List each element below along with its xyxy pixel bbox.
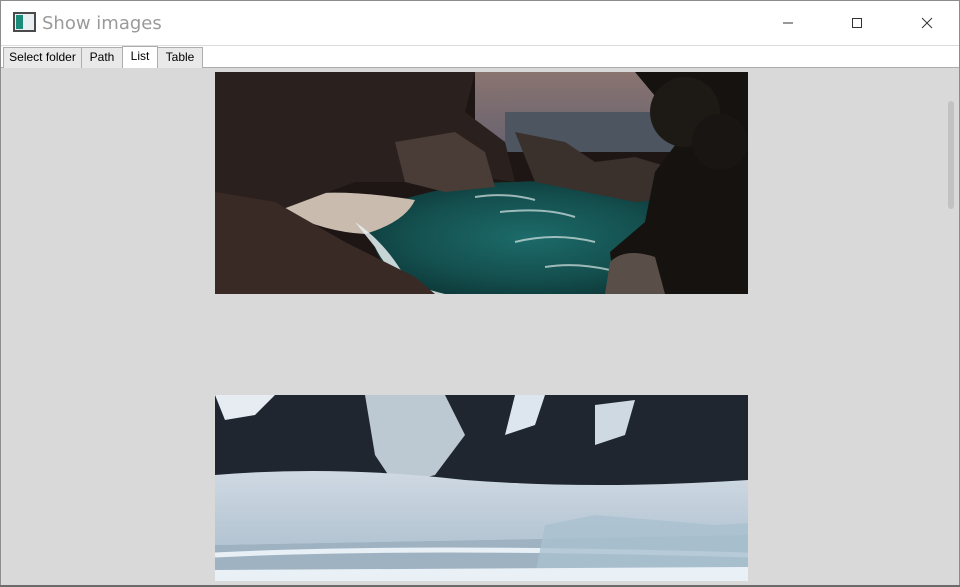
scrollbar-thumb[interactable]	[948, 101, 954, 209]
snowy-mountains-image	[215, 395, 748, 581]
tab-select-folder[interactable]: Select folder	[3, 47, 82, 68]
image-coastal-cove	[215, 72, 748, 294]
image-snowy-mountains	[215, 395, 748, 581]
tab-path[interactable]: Path	[81, 47, 123, 68]
close-button[interactable]	[904, 1, 950, 45]
tab-bar: Select folder Path List Table	[1, 46, 959, 69]
title-bar[interactable]: Show images	[1, 1, 959, 45]
tab-table[interactable]: Table	[157, 47, 203, 68]
app-image-icon	[13, 12, 36, 32]
tab-list[interactable]: List	[122, 46, 158, 69]
app-window: Show images Select folder Path List Tabl…	[0, 0, 960, 587]
vertical-scrollbar[interactable]	[945, 68, 957, 586]
minimize-button[interactable]	[765, 1, 811, 45]
minimize-icon	[783, 22, 793, 24]
maximize-icon	[852, 18, 862, 28]
maximize-button[interactable]	[834, 1, 880, 45]
image-list-view[interactable]	[2, 68, 959, 586]
window-title: Show images	[42, 13, 162, 34]
coastal-cove-image	[215, 72, 748, 294]
close-icon	[921, 17, 933, 29]
